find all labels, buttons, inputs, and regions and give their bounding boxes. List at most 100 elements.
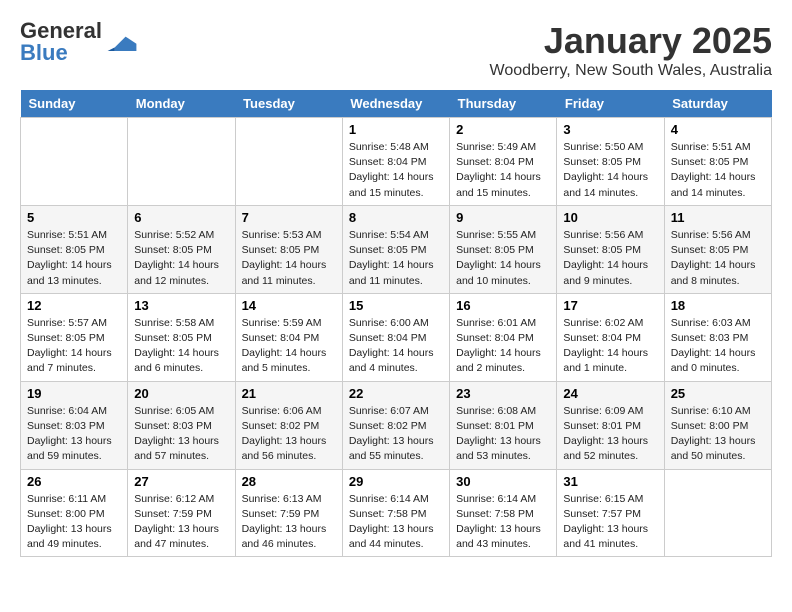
calendar-title: January 2025 <box>490 20 773 62</box>
day-number: 6 <box>134 210 228 225</box>
day-cell: 12 Sunrise: 5:57 AM Sunset: 8:05 PM Dayli… <box>21 293 128 381</box>
day-number: 12 <box>27 298 121 313</box>
day-number: 25 <box>671 386 765 401</box>
day-info: Sunrise: 6:02 AM Sunset: 8:04 PM Dayligh… <box>563 316 657 377</box>
day-number: 1 <box>349 122 443 137</box>
day-cell <box>21 118 128 206</box>
day-cell: 5 Sunrise: 5:51 AM Sunset: 8:05 PM Daylig… <box>21 205 128 293</box>
day-cell: 14Sunrise: 5:59 AM Sunset: 8:04 PM Dayli… <box>235 293 342 381</box>
day-number: 18 <box>671 298 765 313</box>
day-number: 3 <box>563 122 657 137</box>
day-info: Sunrise: 5:52 AM Sunset: 8:05 PM Dayligh… <box>134 228 228 289</box>
logo-icon <box>107 33 137 51</box>
day-number: 27 <box>134 474 228 489</box>
week-row-1: 1 Sunrise: 5:48 AM Sunset: 8:04 PM Daylig… <box>21 118 772 206</box>
day-cell: 27Sunrise: 6:12 AM Sunset: 7:59 PM Dayli… <box>128 469 235 557</box>
page-header: General Blue January 2025 Woodberry, New… <box>20 20 772 80</box>
day-cell: 2 Sunrise: 5:49 AM Sunset: 8:04 PM Daylig… <box>450 118 557 206</box>
day-info: Sunrise: 5:50 AM Sunset: 8:05 PM Dayligh… <box>563 140 657 201</box>
day-cell: 19Sunrise: 6:04 AM Sunset: 8:03 PM Dayli… <box>21 381 128 469</box>
day-info: Sunrise: 6:06 AM Sunset: 8:02 PM Dayligh… <box>242 404 336 465</box>
day-cell <box>664 469 771 557</box>
day-info: Sunrise: 5:57 AM Sunset: 8:05 PM Dayligh… <box>27 316 121 377</box>
day-cell: 28 Sunrise: 6:13 AM Sunset: 7:59 PM Dayli… <box>235 469 342 557</box>
day-info: Sunrise: 5:48 AM Sunset: 8:04 PM Dayligh… <box>349 140 443 201</box>
day-cell: 3 Sunrise: 5:50 AM Sunset: 8:05 PM Daylig… <box>557 118 664 206</box>
week-row-3: 12 Sunrise: 5:57 AM Sunset: 8:05 PM Dayli… <box>21 293 772 381</box>
day-number: 16 <box>456 298 550 313</box>
day-cell: 18 Sunrise: 6:03 AM Sunset: 8:03 PM Dayli… <box>664 293 771 381</box>
day-number: 11 <box>671 210 765 225</box>
day-info: Sunrise: 5:49 AM Sunset: 8:04 PM Dayligh… <box>456 140 550 201</box>
day-cell: 23Sunrise: 6:08 AM Sunset: 8:01 PM Dayli… <box>450 381 557 469</box>
day-info: Sunrise: 6:00 AM Sunset: 8:04 PM Dayligh… <box>349 316 443 377</box>
day-info: Sunrise: 5:51 AM Sunset: 8:05 PM Dayligh… <box>27 228 121 289</box>
header-sunday: Sunday <box>21 90 128 118</box>
week-row-5: 26 Sunrise: 6:11 AM Sunset: 8:00 PM Dayli… <box>21 469 772 557</box>
day-cell: 10Sunrise: 5:56 AM Sunset: 8:05 PM Dayli… <box>557 205 664 293</box>
day-cell: 13 Sunrise: 5:58 AM Sunset: 8:05 PM Dayli… <box>128 293 235 381</box>
day-info: Sunrise: 5:56 AM Sunset: 8:05 PM Dayligh… <box>563 228 657 289</box>
day-cell: 8 Sunrise: 5:54 AM Sunset: 8:05 PM Daylig… <box>342 205 449 293</box>
day-number: 13 <box>134 298 228 313</box>
day-number: 31 <box>563 474 657 489</box>
header-wednesday: Wednesday <box>342 90 449 118</box>
day-info: Sunrise: 5:53 AM Sunset: 8:05 PM Dayligh… <box>242 228 336 289</box>
day-number: 24 <box>563 386 657 401</box>
day-number: 2 <box>456 122 550 137</box>
logo-blue: Blue <box>20 40 68 65</box>
day-info: Sunrise: 5:56 AM Sunset: 8:05 PM Dayligh… <box>671 228 765 289</box>
calendar-subtitle: Woodberry, New South Wales, Australia <box>490 62 773 80</box>
day-cell: 15 Sunrise: 6:00 AM Sunset: 8:04 PM Dayli… <box>342 293 449 381</box>
day-number: 17 <box>563 298 657 313</box>
day-number: 21 <box>242 386 336 401</box>
day-info: Sunrise: 6:03 AM Sunset: 8:03 PM Dayligh… <box>671 316 765 377</box>
day-info: Sunrise: 5:54 AM Sunset: 8:05 PM Dayligh… <box>349 228 443 289</box>
day-cell: 4Sunrise: 5:51 AM Sunset: 8:05 PM Daylig… <box>664 118 771 206</box>
day-cell: 29 Sunrise: 6:14 AM Sunset: 7:58 PM Dayli… <box>342 469 449 557</box>
header-friday: Friday <box>557 90 664 118</box>
day-info: Sunrise: 5:58 AM Sunset: 8:05 PM Dayligh… <box>134 316 228 377</box>
day-cell: 24Sunrise: 6:09 AM Sunset: 8:01 PM Dayli… <box>557 381 664 469</box>
calendar-table: Sunday Monday Tuesday Wednesday Thursday… <box>20 90 772 557</box>
day-cell: 9 Sunrise: 5:55 AM Sunset: 8:05 PM Daylig… <box>450 205 557 293</box>
day-cell: 16 Sunrise: 6:01 AM Sunset: 8:04 PM Dayli… <box>450 293 557 381</box>
day-info: Sunrise: 5:55 AM Sunset: 8:05 PM Dayligh… <box>456 228 550 289</box>
day-number: 9 <box>456 210 550 225</box>
day-cell: 17 Sunrise: 6:02 AM Sunset: 8:04 PM Dayli… <box>557 293 664 381</box>
header-tuesday: Tuesday <box>235 90 342 118</box>
week-row-4: 19Sunrise: 6:04 AM Sunset: 8:03 PM Dayli… <box>21 381 772 469</box>
day-cell: 1 Sunrise: 5:48 AM Sunset: 8:04 PM Daylig… <box>342 118 449 206</box>
day-info: Sunrise: 6:13 AM Sunset: 7:59 PM Dayligh… <box>242 492 336 553</box>
day-cell: 7Sunrise: 5:53 AM Sunset: 8:05 PM Daylig… <box>235 205 342 293</box>
day-info: Sunrise: 6:14 AM Sunset: 7:58 PM Dayligh… <box>456 492 550 553</box>
day-cell: 25 Sunrise: 6:10 AM Sunset: 8:00 PM Dayli… <box>664 381 771 469</box>
day-cell: 26 Sunrise: 6:11 AM Sunset: 8:00 PM Dayli… <box>21 469 128 557</box>
day-number: 29 <box>349 474 443 489</box>
day-info: Sunrise: 6:11 AM Sunset: 8:00 PM Dayligh… <box>27 492 121 553</box>
day-cell: 22Sunrise: 6:07 AM Sunset: 8:02 PM Dayli… <box>342 381 449 469</box>
day-number: 15 <box>349 298 443 313</box>
header-row: Sunday Monday Tuesday Wednesday Thursday… <box>21 90 772 118</box>
day-number: 5 <box>27 210 121 225</box>
day-info: Sunrise: 5:59 AM Sunset: 8:04 PM Dayligh… <box>242 316 336 377</box>
day-cell <box>128 118 235 206</box>
day-cell: 6 Sunrise: 5:52 AM Sunset: 8:05 PM Daylig… <box>128 205 235 293</box>
day-cell: 11 Sunrise: 5:56 AM Sunset: 8:05 PM Dayli… <box>664 205 771 293</box>
day-number: 28 <box>242 474 336 489</box>
day-info: Sunrise: 6:07 AM Sunset: 8:02 PM Dayligh… <box>349 404 443 465</box>
day-number: 8 <box>349 210 443 225</box>
day-cell: 21 Sunrise: 6:06 AM Sunset: 8:02 PM Dayli… <box>235 381 342 469</box>
day-number: 4 <box>671 122 765 137</box>
day-info: Sunrise: 6:08 AM Sunset: 8:01 PM Dayligh… <box>456 404 550 465</box>
week-row-2: 5 Sunrise: 5:51 AM Sunset: 8:05 PM Daylig… <box>21 205 772 293</box>
day-number: 19 <box>27 386 121 401</box>
day-info: Sunrise: 6:15 AM Sunset: 7:57 PM Dayligh… <box>563 492 657 553</box>
day-cell: 20Sunrise: 6:05 AM Sunset: 8:03 PM Dayli… <box>128 381 235 469</box>
day-info: Sunrise: 6:10 AM Sunset: 8:00 PM Dayligh… <box>671 404 765 465</box>
header-monday: Monday <box>128 90 235 118</box>
day-number: 20 <box>134 386 228 401</box>
day-info: Sunrise: 6:14 AM Sunset: 7:58 PM Dayligh… <box>349 492 443 553</box>
day-number: 26 <box>27 474 121 489</box>
day-info: Sunrise: 6:01 AM Sunset: 8:04 PM Dayligh… <box>456 316 550 377</box>
